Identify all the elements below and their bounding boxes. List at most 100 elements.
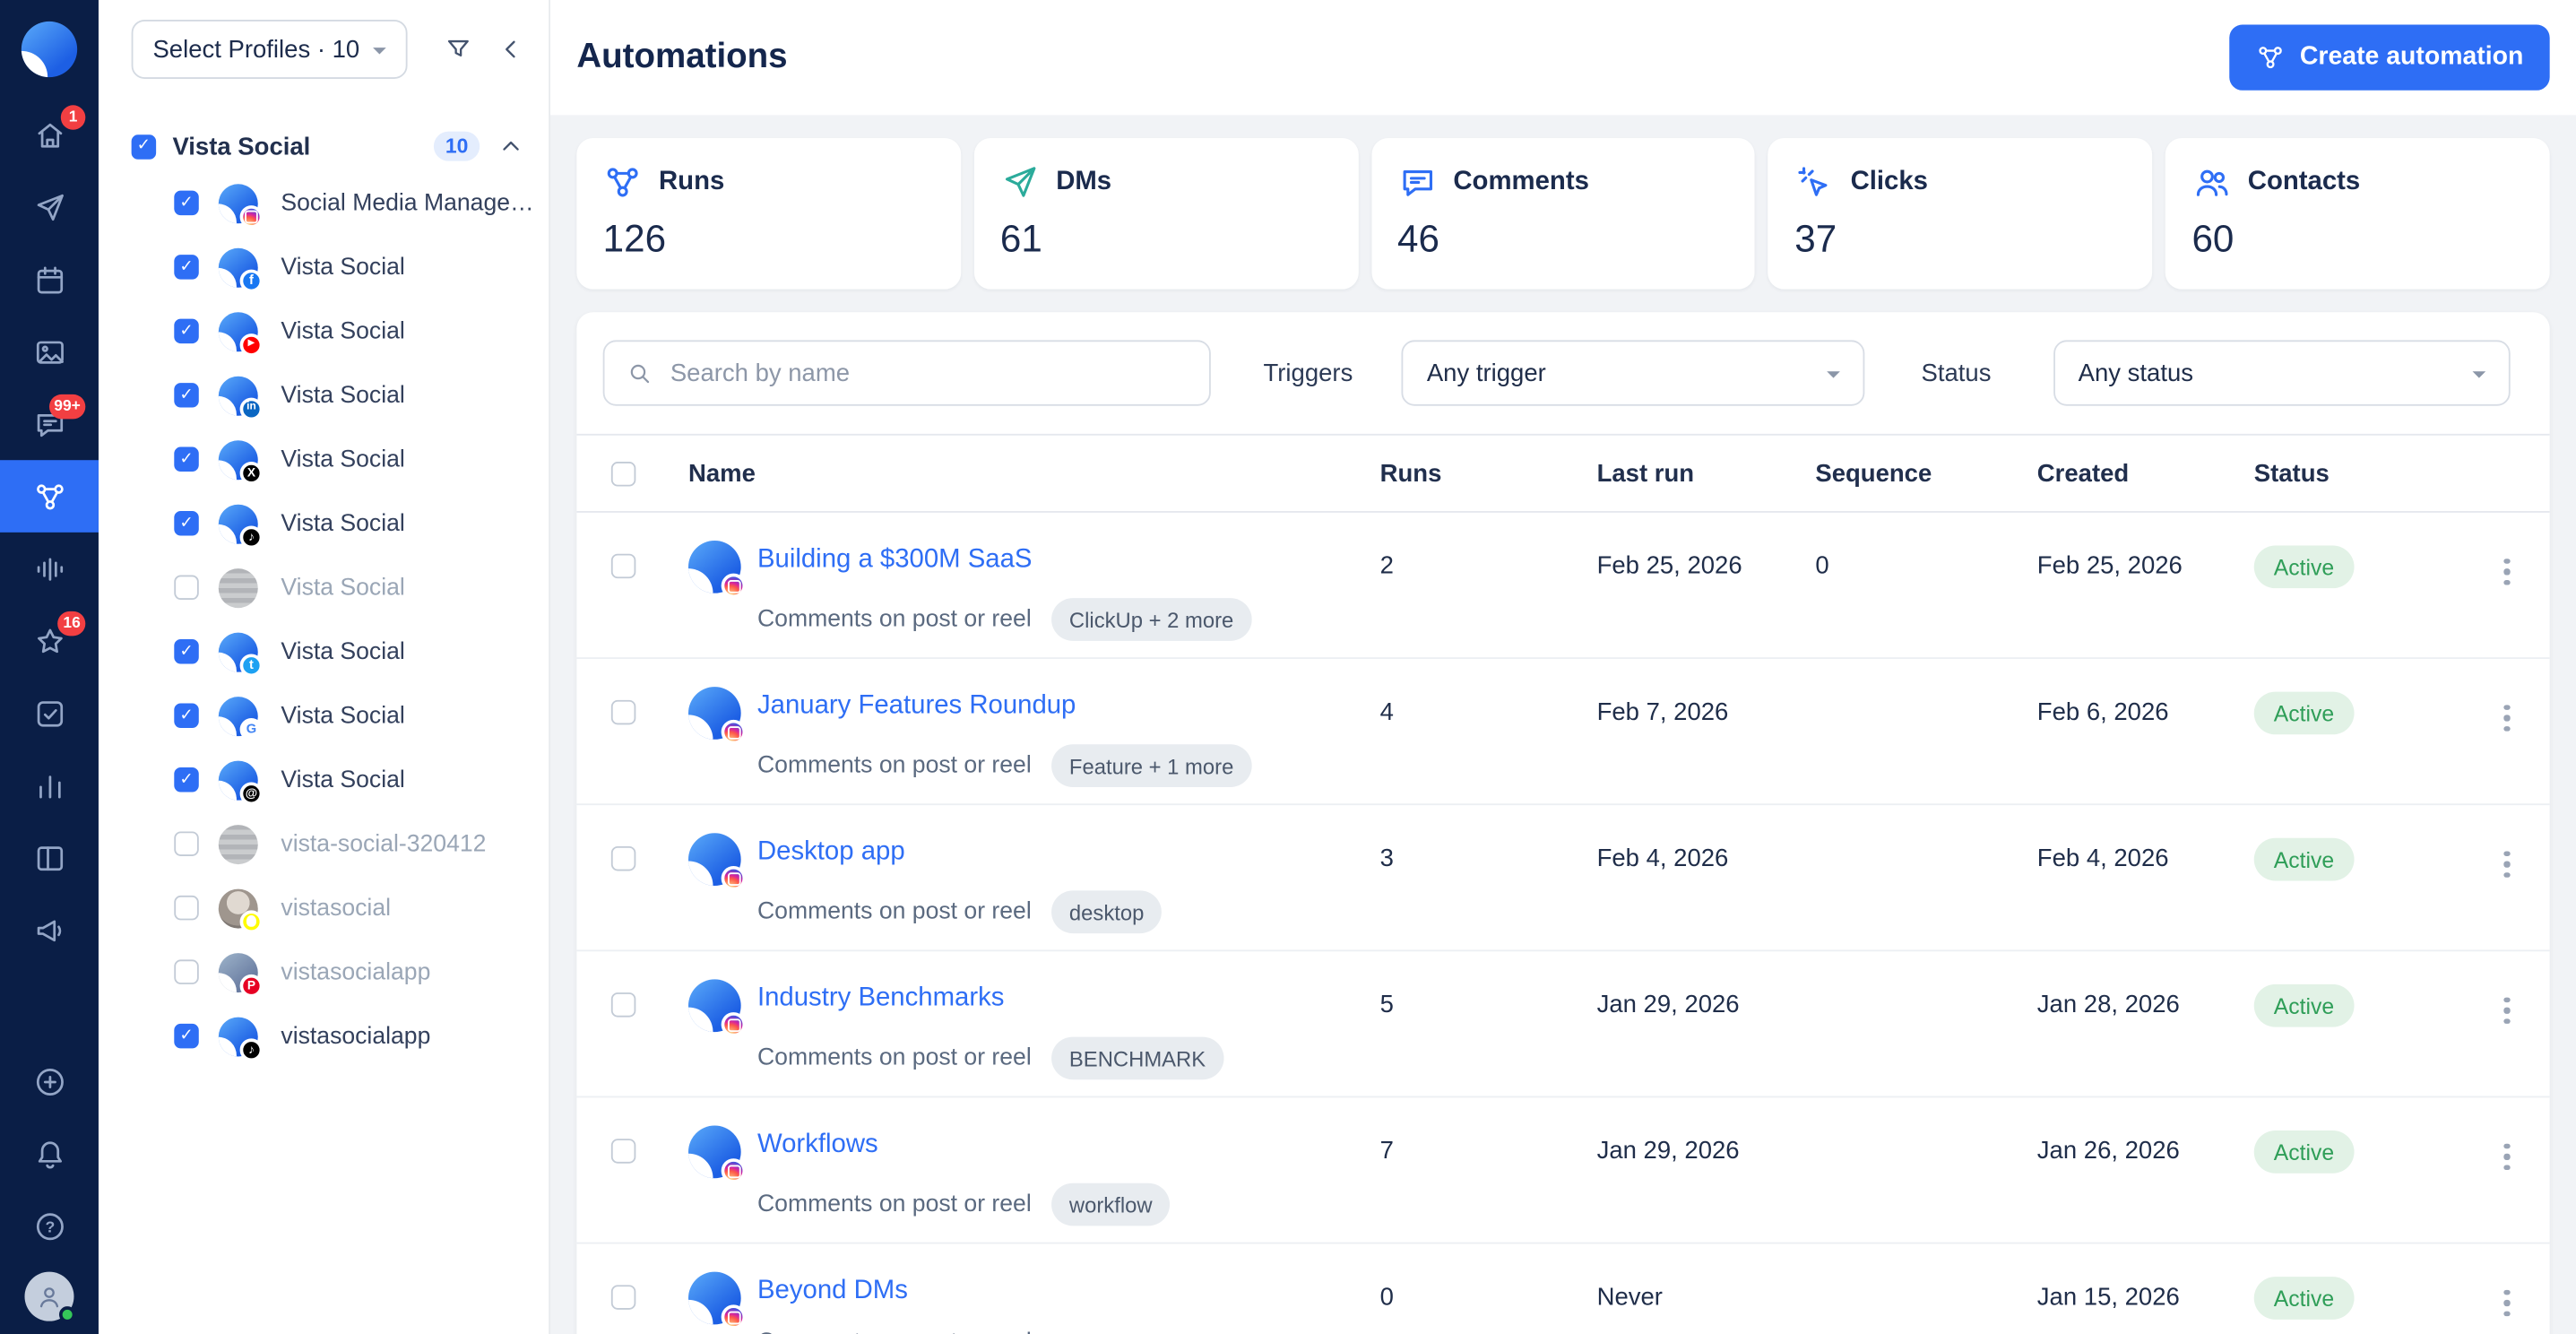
status-badge: Active [2254, 1130, 2354, 1174]
profile-row[interactable]: vista-social-320412 [99, 811, 549, 875]
stat-label: Comments [1453, 168, 1589, 197]
page-title: Automations [576, 38, 787, 77]
status-select[interactable]: Any status [2053, 340, 2511, 405]
rail-item-publishing[interactable] [0, 171, 99, 244]
profile-checkbox[interactable] [174, 319, 198, 343]
rail-item-notifications[interactable] [0, 1117, 99, 1190]
row-checkbox[interactable] [611, 1139, 635, 1163]
profile-avatar [219, 760, 258, 800]
rail-item-automations[interactable] [0, 460, 99, 533]
table-row[interactable]: Building a $300M SaaS Comments on post o… [576, 513, 2549, 659]
profile-avatar [219, 439, 258, 479]
profile-name: vistasocialapp [281, 959, 430, 985]
filter-profiles-button[interactable] [444, 34, 473, 64]
row-checkbox[interactable] [611, 554, 635, 578]
rail-item-listening[interactable] [0, 533, 99, 605]
profile-row[interactable]: Vista Social [99, 235, 549, 299]
profile-row[interactable]: Vista Social [99, 363, 549, 427]
account-avatar[interactable] [24, 1272, 73, 1321]
runs-cell: 4 [1344, 659, 1560, 803]
table-row[interactable]: Beyond DMs Comments on post or reel 0 Ne… [576, 1244, 2549, 1334]
trigger-select[interactable]: Any trigger [1402, 340, 1865, 405]
profile-row[interactable]: Vista Social [99, 619, 549, 683]
profile-checkbox[interactable] [174, 639, 198, 663]
rail-item-advocacy[interactable] [0, 894, 99, 966]
profile-row[interactable]: Vista Social [99, 556, 549, 619]
rail-item-calendar[interactable] [0, 243, 99, 316]
collapse-sidebar-button[interactable] [497, 34, 526, 64]
row-menu-button[interactable] [2494, 1284, 2520, 1334]
row-checkbox[interactable] [611, 1285, 635, 1309]
profile-checkbox[interactable] [174, 576, 198, 600]
profile-row[interactable]: Vista Social [99, 683, 549, 747]
automation-name-link[interactable]: Building a $300M SaaS [757, 546, 1033, 574]
automation-name-link[interactable]: Desktop app [757, 838, 905, 866]
profile-checkbox[interactable] [174, 1024, 198, 1048]
table-row[interactable]: Industry Benchmarks Comments on post or … [576, 951, 2549, 1097]
stat-value: 60 [2191, 217, 2523, 261]
profile-row[interactable]: vistasocialapp [99, 1004, 549, 1068]
rail-item-reports[interactable] [0, 749, 99, 822]
profile-name: vistasocial [281, 895, 391, 921]
profile-checkbox[interactable] [174, 383, 198, 407]
profile-checkbox[interactable] [174, 255, 198, 279]
profile-group-row[interactable]: Vista Social 10 [99, 122, 549, 171]
rail-item-boards[interactable] [0, 821, 99, 894]
stat-card-dms: DMs 61 [974, 138, 1359, 290]
group-checkbox[interactable] [132, 134, 156, 158]
profile-checkbox[interactable] [174, 959, 198, 983]
profile-row[interactable]: Social Media Managem… [99, 171, 549, 235]
profile-row[interactable]: vistasocial [99, 876, 549, 940]
select-profiles-dropdown[interactable]: Select Profiles · 10 [132, 20, 408, 79]
profile-checkbox[interactable] [174, 447, 198, 472]
image-icon [32, 334, 66, 368]
profile-row[interactable]: Vista Social [99, 428, 549, 491]
created-cell: Jan 28, 2026 [2001, 951, 2217, 1096]
stat-value: 61 [1000, 217, 1332, 261]
svg-text:?: ? [45, 1217, 55, 1235]
stat-value: 126 [603, 217, 935, 261]
rail-item-tasks[interactable] [0, 677, 99, 749]
automation-name-link[interactable]: Workflows [757, 1130, 878, 1158]
table-row[interactable]: January Features Roundup Comments on pos… [576, 659, 2549, 805]
rail-item-media[interactable] [0, 316, 99, 388]
row-menu-button[interactable] [2494, 698, 2520, 803]
row-checkbox[interactable] [611, 700, 635, 724]
row-menu-button[interactable] [2494, 991, 2520, 1096]
row-checkbox[interactable] [611, 992, 635, 1017]
profile-checkbox[interactable] [174, 511, 198, 535]
rail-item-inbox[interactable]: 99+ [0, 388, 99, 461]
profile-row[interactable]: Vista Social [99, 491, 549, 555]
create-automation-button[interactable]: Create automation [2229, 24, 2550, 90]
profile-checkbox[interactable] [174, 767, 198, 792]
vista-social-logo[interactable] [0, 0, 99, 99]
table-row[interactable]: Desktop app Comments on post or reel des… [576, 805, 2549, 951]
automation-name-link[interactable]: Beyond DMs [757, 1277, 908, 1304]
profile-checkbox[interactable] [174, 191, 198, 215]
profile-row[interactable]: vistasocialapp [99, 940, 549, 1003]
row-menu-button[interactable] [2494, 552, 2520, 657]
created-cell: Feb 25, 2026 [2001, 513, 2217, 657]
paper-plane-icon [32, 190, 66, 224]
collapse-group-button[interactable] [497, 132, 526, 161]
rail-item-home[interactable]: 1 [0, 99, 99, 171]
profile-checkbox[interactable] [174, 703, 198, 727]
profile-row[interactable]: Vista Social [99, 748, 549, 811]
table-row[interactable]: Workflows Comments on post or reel workf… [576, 1097, 2549, 1243]
search-input[interactable] [670, 359, 1188, 386]
rail-item-help[interactable]: ? [0, 1190, 99, 1262]
rail-item-reviews[interactable]: 16 [0, 605, 99, 678]
profile-avatar [219, 567, 258, 607]
bell-icon [32, 1136, 66, 1170]
automation-name-link[interactable]: Industry Benchmarks [757, 984, 1004, 1012]
profile-row[interactable]: Vista Social [99, 299, 549, 363]
row-menu-button[interactable] [2494, 845, 2520, 949]
row-menu-button[interactable] [2494, 1137, 2520, 1242]
row-checkbox[interactable] [611, 846, 635, 871]
select-all-checkbox[interactable] [611, 461, 635, 485]
rail-item-add[interactable] [0, 1045, 99, 1118]
automation-name-link[interactable]: January Features Roundup [757, 692, 1076, 720]
profile-checkbox[interactable] [174, 831, 198, 855]
profile-checkbox[interactable] [174, 896, 198, 920]
click-icon [1794, 162, 1834, 202]
